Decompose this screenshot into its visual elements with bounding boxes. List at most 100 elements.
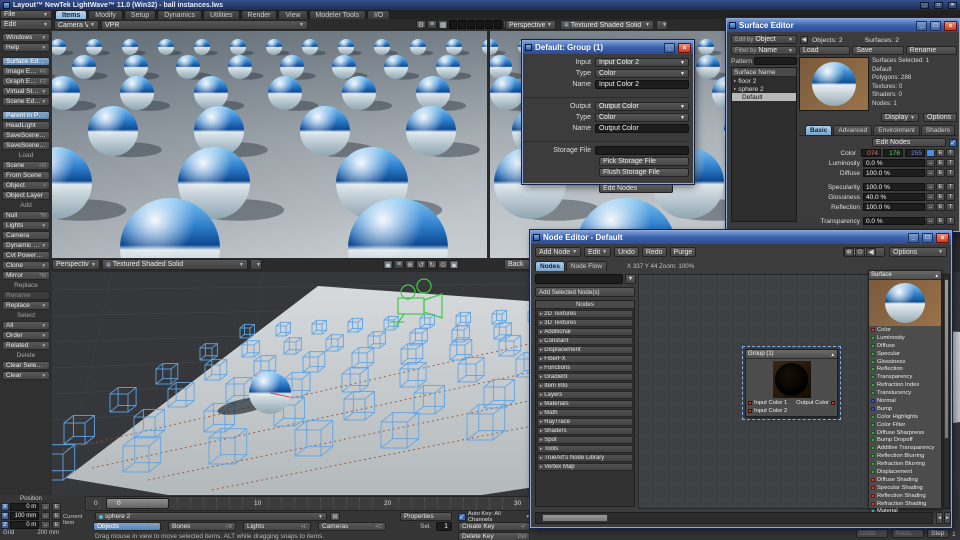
node-category-math[interactable]: ▸Math (537, 409, 633, 417)
type-dropdown[interactable]: Color▼ (595, 113, 689, 122)
port-dot[interactable] (871, 502, 875, 506)
frame-slot[interactable] (467, 20, 475, 29)
list-icon[interactable]: ≡ (427, 20, 437, 29)
minimize-button[interactable]: _ (916, 21, 927, 31)
envelope-button[interactable]: E (52, 503, 61, 511)
node-category-gradient[interactable]: ▸Gradient (537, 373, 633, 381)
node-category-displacement[interactable]: ▸Displacement (537, 346, 633, 354)
surface-prop-value[interactable]: 100.0 % (863, 169, 925, 177)
node-category-fiberfx[interactable]: ▸FiberFX (537, 355, 633, 363)
node-category-functions[interactable]: ▸Functions (537, 364, 633, 372)
sidebar-item-help[interactable]: Help▼ (2, 43, 50, 52)
cameras-button[interactable]: Cameras+C (318, 522, 386, 531)
port-dot[interactable] (871, 375, 875, 379)
collapse-left-icon[interactable]: ◀ (866, 248, 876, 257)
node-category-shaders[interactable]: ▸Shaders (537, 427, 633, 435)
node-category-item-info[interactable]: ▸Item Info (537, 382, 633, 390)
h-scrollbar[interactable] (535, 512, 933, 524)
envelope-button[interactable]: E (52, 512, 61, 520)
pan-icon[interactable]: ⊕ (405, 260, 415, 269)
surface-input-bump[interactable]: Bump (869, 405, 941, 413)
surface-prop-value[interactable]: 40.0 % (863, 193, 925, 201)
minislider[interactable]: ↔ (41, 503, 50, 511)
sidebar-item-clear-selected[interactable]: Clear Selected (2, 361, 50, 370)
surface-editor-titlebar[interactable]: Surface Editor _ □ × (727, 19, 959, 32)
sidebar-item-graph-editor[interactable]: Graph EditorF2 (2, 77, 50, 86)
position-x-field[interactable]: 0 m (10, 503, 39, 511)
surface-input-refraction-shading[interactable]: Refraction Shading (869, 500, 941, 508)
texture-button[interactable]: T (946, 149, 955, 157)
node-category-materials[interactable]: ▸Materials (537, 400, 633, 408)
sidebar-item-parent-in-place[interactable]: Parent in Place (2, 111, 50, 120)
collapse-icon[interactable]: ▲ (831, 352, 835, 357)
frame-slot[interactable] (476, 20, 484, 29)
gear-icon[interactable]: ⚙ (416, 20, 426, 29)
tab-setup[interactable]: Setup (124, 10, 156, 19)
frame-slot[interactable] (458, 20, 466, 29)
sidebar-item-all[interactable]: All▼ (2, 321, 50, 330)
sidebar-item-replace[interactable]: Replace▼ (2, 301, 50, 310)
minislider[interactable]: ↔ (926, 183, 935, 191)
port-dot[interactable] (871, 423, 875, 427)
input-port-icon[interactable] (748, 401, 752, 405)
tab-utilities[interactable]: Utilities (203, 10, 240, 19)
edit-nodes-button[interactable]: Edit Nodes (599, 184, 673, 193)
envelope-button[interactable]: E (936, 217, 945, 225)
create-key-button[interactable]: Create Key↵ (458, 522, 530, 531)
type-dropdown[interactable]: Color▼ (595, 69, 689, 78)
port-dot[interactable] (871, 344, 875, 348)
surface-node[interactable]: Surface▲ ColorLuminosityDiffuseSpecularG… (868, 270, 942, 509)
port-dot[interactable] (871, 454, 875, 458)
position-title[interactable]: Position (0, 495, 62, 502)
surface-input-specular-shading[interactable]: Specular Shading (869, 484, 941, 492)
surface-input-refraction-blurring[interactable]: Refraction Blurring (869, 460, 941, 468)
port-dot[interactable] (871, 367, 875, 371)
minislider[interactable]: ↔ (926, 159, 935, 167)
redo-button[interactable]: Redo (642, 247, 667, 257)
tab-advanced[interactable]: Advanced (833, 125, 872, 135)
surface-input-displacement[interactable]: Displacement (869, 468, 941, 476)
viewport-extra-dropdown[interactable]: ▼ (656, 20, 668, 30)
envelope-button[interactable]: E (936, 203, 945, 211)
group-node-input-2[interactable]: Input Color 2 (748, 408, 787, 414)
group-node-output[interactable]: Output Color (796, 400, 835, 406)
envelope-button[interactable]: E (936, 183, 945, 191)
scroll-right-icon[interactable]: ▸ (944, 512, 951, 524)
input-dropdown[interactable]: Input Color 2▼ (595, 58, 689, 67)
surface-input-color[interactable]: Color (869, 326, 941, 334)
sidebar-item-order[interactable]: Order▼ (2, 331, 50, 340)
node-search-input[interactable] (535, 274, 623, 284)
frame-slot[interactable] (449, 20, 457, 29)
port-dot[interactable] (871, 446, 875, 450)
minislider[interactable]: ↔ (926, 193, 935, 201)
render-mode-dropdown-topright[interactable]: ▦ Textured Shaded Solid▼ (560, 20, 654, 30)
edit-nodes-button[interactable]: Edit Nodes (872, 138, 946, 147)
port-dot[interactable] (871, 415, 875, 419)
tab-environment[interactable]: Environment (873, 125, 920, 135)
port-dot[interactable] (871, 407, 875, 411)
tab-modify[interactable]: Modify (88, 10, 123, 19)
port-dot[interactable] (871, 431, 875, 435)
edit-by-dropdown[interactable]: Edit by Object▼ (731, 35, 797, 44)
group-dialog-titlebar[interactable]: Default: Group (1) _ × (523, 41, 693, 54)
frame-slot[interactable] (485, 20, 493, 29)
rotate-right-icon[interactable]: ↻ (427, 260, 437, 269)
timeline-ruler[interactable]: 0 0102030 (85, 496, 535, 511)
surface-input-color-highlights[interactable]: Color Highlights (869, 413, 941, 421)
name-input[interactable]: Output Color (595, 124, 689, 133)
port-dot[interactable] (871, 486, 875, 490)
sidebar-item-surface-editor[interactable]: Surface Editor (2, 57, 50, 66)
viewport-divider[interactable] (487, 31, 490, 258)
properties-button[interactable]: Properties (400, 512, 452, 521)
pick-storage-file-button[interactable]: Pick Storage File (599, 157, 689, 166)
minislider[interactable]: ↔ (926, 203, 935, 211)
save-button[interactable]: Save (852, 46, 903, 55)
texture-button[interactable]: T (946, 217, 955, 225)
position-y-field[interactable]: 100 mm (10, 512, 39, 520)
render-mode-dropdown-bottom[interactable]: ▦ Textured Shaded Solid▼ (102, 259, 248, 270)
viewport-extra-dropdown[interactable]: ▼ (250, 259, 262, 270)
port-dot[interactable] (871, 478, 875, 482)
surface-row-sphere-2[interactable]: ▸sphere 2 (732, 85, 796, 93)
surface-input-normal[interactable]: Normal (869, 397, 941, 405)
minislider[interactable]: ↔ (41, 521, 50, 529)
